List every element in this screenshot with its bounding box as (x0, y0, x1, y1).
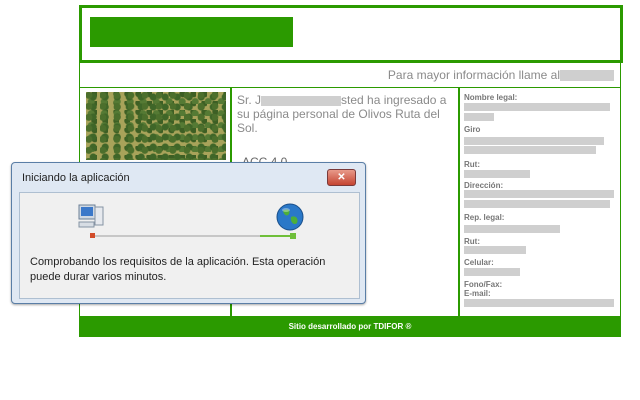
redacted-phone (560, 70, 614, 81)
site-logo[interactable] (90, 17, 293, 47)
redacted-value (464, 190, 614, 198)
globe-icon (276, 203, 304, 231)
startup-dialog: Iniciando la aplicación ✕ Comprobando lo… (11, 162, 366, 304)
dialog-title: Iniciando la aplicación (22, 172, 130, 184)
redacted-value (464, 170, 530, 178)
contact-text: Para mayor información llame al (387, 68, 560, 82)
redacted-value (464, 246, 526, 254)
redacted-value (464, 103, 610, 111)
label-celular: Celular: (464, 258, 494, 267)
label-rut-2: Rut: (464, 237, 480, 246)
label-direccion: Dirección: (464, 181, 504, 190)
welcome-text: Sr. Jsted ha ingresado a su página perso… (237, 93, 449, 135)
label-rep-legal: Rep. legal: (464, 213, 505, 222)
redacted-name (261, 95, 342, 106)
site-footer: Sitio desarrollado por TDIFOR ® (79, 316, 621, 337)
dialog-body: Comprobando los requisitos de la aplicac… (19, 192, 360, 299)
computer-icon (78, 204, 104, 228)
progress-start-marker (90, 233, 95, 238)
status-message: Comprobando los requisitos de la aplicac… (30, 256, 326, 283)
redacted-value (464, 146, 596, 154)
redacted-value (464, 268, 520, 276)
label-fono-fax: Fono/Fax: (464, 280, 503, 289)
redacted-value (464, 225, 560, 233)
welcome-prefix: Sr. J (237, 93, 262, 107)
redacted-value (464, 299, 614, 307)
contact-row: Para mayor información llame al (79, 62, 621, 88)
redacted-value (464, 113, 494, 121)
label-nombre-legal: Nombre legal: (464, 93, 518, 102)
redacted-value (464, 137, 604, 145)
dialog-titlebar[interactable]: Iniciando la aplicación ✕ (12, 163, 365, 191)
label-giro: Giro (464, 125, 481, 134)
olive-grove-photo (86, 92, 226, 160)
close-button[interactable]: ✕ (327, 169, 356, 186)
progress-end-marker (290, 233, 296, 239)
redacted-value (464, 200, 610, 208)
label-email: E-mail: (464, 289, 491, 298)
label-rut: Rut: (464, 160, 480, 169)
